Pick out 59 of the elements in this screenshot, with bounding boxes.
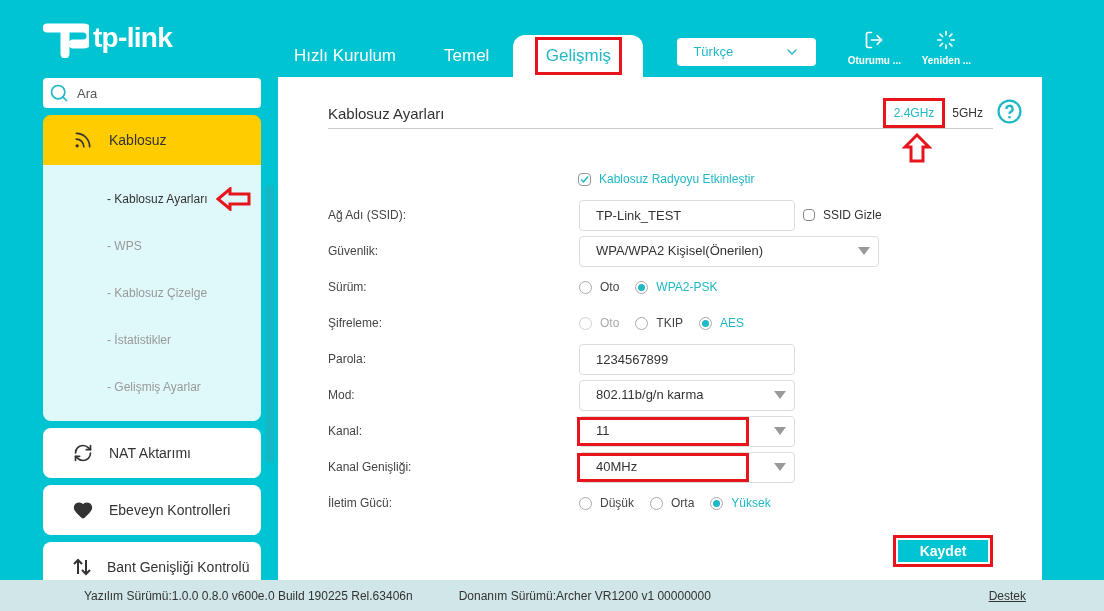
radio-option[interactable]: Orta [650,494,695,512]
checkbox[interactable] [578,172,591,186]
field-label: Parola: [328,351,368,368]
field-label: Şifreleme: [328,315,384,332]
text-field[interactable]: TP-Link_TEST [579,199,795,231]
radio-button[interactable] [579,496,592,510]
radio-button[interactable] [635,316,649,330]
hardware-version: Donanım Sürümü:Archer VR1200 v1 00000000 [458,587,712,605]
dropdown-field[interactable]: 802.11b/g/n karma [579,379,795,411]
field-label: Ağ Adı (SSID): [328,207,408,224]
checkbox-option[interactable]: SSID Gizle [803,206,882,224]
dropdown-triangle-icon [774,463,786,471]
up-down-arrows-icon [73,558,91,576]
field-label: Mod: [328,387,356,404]
radio-button[interactable] [650,496,663,510]
software-version: Yazılım Sürümü:1.0.0 0.8.0 v600e.0 Build 190225 Rel.63406n [84,587,413,605]
dropdown-value: WPA/WPA2 Kişisel(Önerilen) [595,242,765,261]
sidebar-item[interactable]: Kablosuz [43,115,261,165]
sidebar-item[interactable]: NAT Aktarımı [43,428,261,478]
refresh-icon [73,443,93,463]
loading-spinner-icon [936,30,957,50]
dropdown-triangle-icon [858,247,870,255]
radio-option[interactable]: TKIP [635,314,683,332]
logout-icon [864,30,885,50]
help-icon[interactable] [997,99,1022,124]
dropdown-value: 802.11b/g/n karma [595,386,705,405]
sidebar-item[interactable]: Bant Genişliği Kontrolü [43,542,261,580]
heart-icon [73,500,93,520]
radio-button[interactable] [710,496,724,510]
panel-title: Kablosuz Ayarları [328,103,446,124]
field-label: Sürüm: [328,279,368,296]
field-label: Güvenlik: [328,243,380,260]
dropdown-triangle-icon [774,427,786,435]
radio-button[interactable] [579,280,592,294]
sidebar-item[interactable]: Ebeveyn Kontrolleri [43,485,261,535]
field-label: Kanal Genişliği: [328,459,413,476]
wifi-icon [73,130,93,150]
dropdown-value: 11 [577,416,749,446]
radio-option[interactable]: Düşük [579,494,634,512]
dropdown-field[interactable]: WPA/WPA2 Kişisel(Önerilen) [579,235,879,267]
checkbox[interactable] [803,209,815,221]
band-tab[interactable]: 5GHz [944,101,991,125]
submenu-item[interactable]: - Kablosuz Ayarları [107,189,208,208]
search-field[interactable]: Ara [43,78,261,108]
dropdown-field[interactable]: 40MHz [579,451,795,483]
field-label: İletim Gücü: [328,495,394,512]
annotation-arrow-icon [901,133,932,163]
text-field[interactable]: 1234567899 [579,343,795,375]
support-link[interactable]: Destek [988,586,1026,605]
annotation-arrow-icon [215,186,252,211]
logo-text: tp-link [93,24,173,52]
radio-option[interactable]: Oto [579,278,620,296]
field-label: Kanal: [328,423,364,440]
dropdown-triangle-icon [774,391,786,399]
search-icon [49,83,69,103]
dropdown-field[interactable]: 11 [579,415,795,447]
radio-button[interactable] [699,316,712,330]
radio-button[interactable] [635,280,649,294]
dropdown-value: 40MHz [577,452,749,482]
